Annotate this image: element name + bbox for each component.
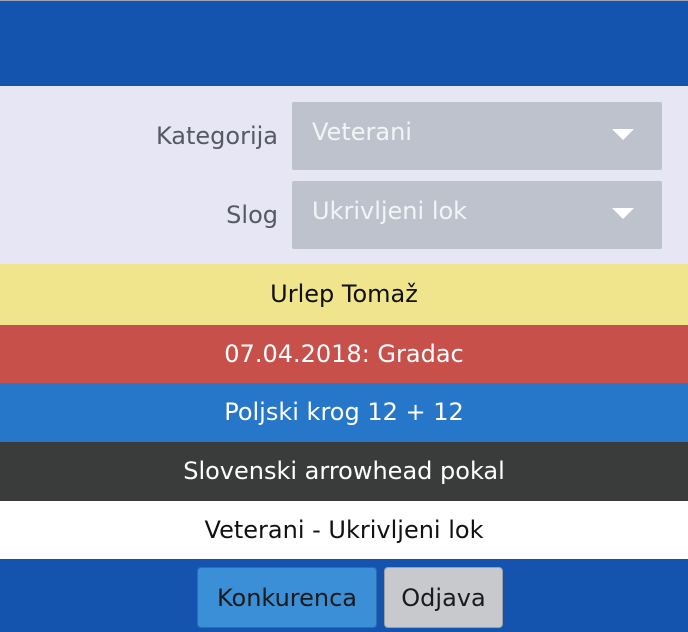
style-label: Slog [226, 201, 278, 229]
style-select[interactable]: Ukrivljeni lok [292, 181, 662, 249]
category-filter-row: Kategorija Veterani [0, 102, 688, 170]
event-date-location: 07.04.2018: Gradac [0, 325, 688, 383]
category-label: Kategorija [155, 122, 278, 150]
chevron-down-icon [612, 208, 634, 219]
style-select-value: Ukrivljeni lok [312, 197, 468, 225]
filters-panel: Kategorija Veterani Slog Ukrivljeni lok [0, 86, 688, 264]
bottom-action-bar: Konkurenca Odjava [0, 559, 688, 632]
style-filter-row: Slog Ukrivljeni lok [0, 181, 688, 249]
competition-button[interactable]: Konkurenca [197, 567, 377, 628]
app-root: Kategorija Veterani Slog Ukrivljeni lok … [0, 0, 688, 632]
logout-button[interactable]: Odjava [384, 567, 503, 628]
round-name: Poljski krog 12 + 12 [0, 383, 688, 442]
cup-name: Slovenski arrowhead pokal [0, 442, 688, 501]
category-select[interactable]: Veterani [292, 102, 662, 170]
chevron-down-icon [612, 129, 634, 140]
top-header-bar [0, 0, 688, 86]
archer-name: Urlep Tomaž [0, 264, 688, 325]
category-select-value: Veterani [312, 118, 412, 146]
category-style-summary: Veterani - Ukrivljeni lok [0, 501, 688, 559]
